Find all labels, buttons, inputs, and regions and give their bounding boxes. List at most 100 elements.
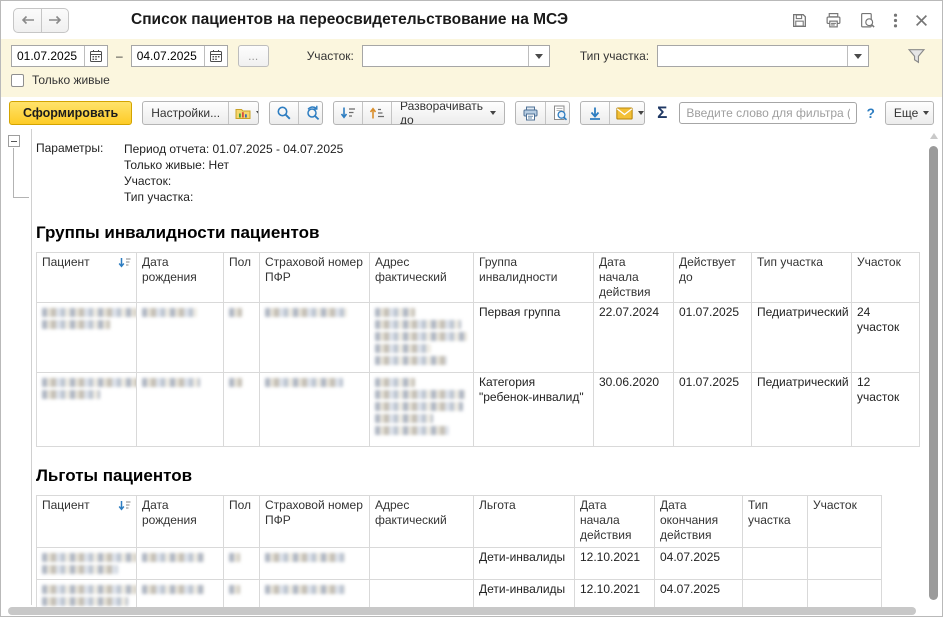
col-header: Участок xyxy=(808,496,882,548)
settings-group: Настройки... xyxy=(142,101,259,125)
close-button[interactable] xyxy=(915,14,928,27)
email-icon xyxy=(616,107,633,120)
disability-groups-table: Пациент Дата рождения Пол Страховой номе… xyxy=(36,252,920,447)
col-header: Дата рождения xyxy=(137,253,224,303)
report-window: Список пациентов на переосвидетельствова… xyxy=(0,0,943,617)
print-report-button[interactable] xyxy=(516,102,545,124)
area-dropdown-button[interactable] xyxy=(528,46,548,66)
area-type-dropdown-button[interactable] xyxy=(847,46,868,66)
chevron-down-icon xyxy=(923,111,929,115)
expand-to-button[interactable]: Разворачивать до xyxy=(391,102,504,124)
filter-settings-button[interactable] xyxy=(907,48,926,64)
export-group xyxy=(580,101,645,125)
filter-panel: – ... Участок: Тип участка: xyxy=(1,39,942,97)
cell-valid-from: 12.10.2021 xyxy=(575,548,655,580)
expand-all-button[interactable] xyxy=(362,102,391,124)
cell-sex-redacted xyxy=(224,373,260,447)
report-body: Параметры: Период отчета: 01.07.2025 - 0… xyxy=(1,129,942,617)
cell-address-redacted xyxy=(370,373,474,447)
report-toolbar: Сформировать Настройки... Р xyxy=(1,97,942,129)
quick-filter-input[interactable] xyxy=(679,102,856,124)
funnel-icon xyxy=(907,48,926,64)
area-input[interactable] xyxy=(363,46,529,66)
report-variants-button[interactable] xyxy=(228,102,259,124)
date-from-input[interactable] xyxy=(12,46,84,66)
area-type-combo xyxy=(657,45,869,67)
help-button[interactable]: ? xyxy=(867,106,875,121)
only-alive-checkbox[interactable] xyxy=(11,74,24,87)
cell-birthdate-redacted xyxy=(137,303,224,373)
page-title: Список пациентов на переосвидетельствова… xyxy=(131,11,568,29)
table-row: Первая группа 22.07.2024 01.07.2025 Педи… xyxy=(37,303,920,373)
date-to-field xyxy=(131,45,228,67)
report-parameters: Параметры: Период отчета: 01.07.2025 - 0… xyxy=(36,129,912,205)
area-type-input[interactable] xyxy=(658,46,847,66)
col-header: Адрес фактический xyxy=(370,253,474,303)
col-header: Участок xyxy=(852,253,920,303)
autosum-button[interactable]: Σ xyxy=(655,103,669,123)
cell-sex-redacted xyxy=(224,303,260,373)
col-header: Тип участка xyxy=(752,253,852,303)
cell-birthdate-redacted xyxy=(137,548,224,580)
cell-snils-redacted xyxy=(260,373,370,447)
date-to-input[interactable] xyxy=(132,46,204,66)
save-icon xyxy=(791,12,808,29)
settings-button[interactable]: Настройки... xyxy=(143,102,228,124)
area-label: Участок: xyxy=(307,49,354,63)
table-row: Дети-инвалиды 12.10.2021 04.07.2025 xyxy=(37,548,882,580)
table-header-row: Пациент Дата рождения Пол Страховой номе… xyxy=(37,496,882,548)
vertical-scrollbar[interactable] xyxy=(928,131,939,604)
group-tree-corner xyxy=(13,197,29,198)
save-button[interactable] xyxy=(791,12,808,29)
kebab-menu-icon xyxy=(893,12,898,29)
expand-to-label: Разворачивать до xyxy=(400,101,485,125)
find-next-button[interactable] xyxy=(298,102,323,124)
col-header-patient[interactable]: Пациент xyxy=(37,253,137,303)
col-header-patient[interactable]: Пациент xyxy=(37,496,137,548)
arrow-left-icon xyxy=(21,15,35,25)
col-header: Адрес фактический xyxy=(370,496,474,548)
cell-valid-from: 30.06.2020 xyxy=(594,373,674,447)
more-button[interactable]: Еще xyxy=(886,102,934,124)
date-from-calendar-button[interactable] xyxy=(84,46,107,66)
cell-valid-to: 04.07.2025 xyxy=(655,548,743,580)
parameter-line: Период отчета: 01.07.2025 - 04.07.2025 xyxy=(124,141,343,157)
parameter-line: Тип участка: xyxy=(124,189,343,205)
back-button[interactable] xyxy=(14,9,41,32)
collapse-all-button[interactable] xyxy=(334,102,362,124)
generate-button[interactable]: Сформировать xyxy=(9,101,132,125)
col-header: Дата рождения xyxy=(137,496,224,548)
col-header: Дата начала действия xyxy=(594,253,674,303)
group-tree-line xyxy=(13,148,14,197)
table-row: Категория "ребенок-инвалид" 30.06.2020 0… xyxy=(37,373,920,447)
close-icon xyxy=(915,14,928,27)
horizontal-scrollbar[interactable] xyxy=(3,606,924,616)
period-more-button[interactable]: ... xyxy=(238,45,269,67)
vertical-scrollbar-thumb[interactable] xyxy=(929,146,938,600)
titlebar: Список пациентов на переосвидетельствова… xyxy=(1,1,942,39)
window-menu-button[interactable] xyxy=(893,12,898,29)
calendar-icon xyxy=(89,49,103,63)
print-preview-button[interactable] xyxy=(545,102,570,124)
report-variant-icon xyxy=(235,106,251,120)
section-title-benefits: Льготы пациентов xyxy=(36,466,912,486)
area-type-label: Тип участка: xyxy=(580,49,649,63)
parameter-line: Только живые: Нет xyxy=(124,157,343,173)
col-header: Дата окончания действия xyxy=(655,496,743,548)
cell-valid-from: 22.07.2024 xyxy=(594,303,674,373)
print-button[interactable] xyxy=(825,12,842,29)
preview-button[interactable] xyxy=(859,12,876,29)
preview-icon xyxy=(859,12,876,29)
save-file-button[interactable] xyxy=(581,102,609,124)
col-header: Дата начала действия xyxy=(575,496,655,548)
horizontal-scrollbar-thumb[interactable] xyxy=(8,607,916,615)
forward-button[interactable] xyxy=(41,9,68,32)
printer-icon xyxy=(522,106,539,121)
chevron-down-icon xyxy=(256,111,259,115)
collapse-group-button[interactable] xyxy=(8,135,20,147)
find-button[interactable] xyxy=(270,102,298,124)
search-refresh-icon xyxy=(305,105,321,121)
date-to-calendar-button[interactable] xyxy=(204,46,227,66)
send-email-button[interactable] xyxy=(609,102,645,124)
parameters-label: Параметры: xyxy=(36,141,124,205)
